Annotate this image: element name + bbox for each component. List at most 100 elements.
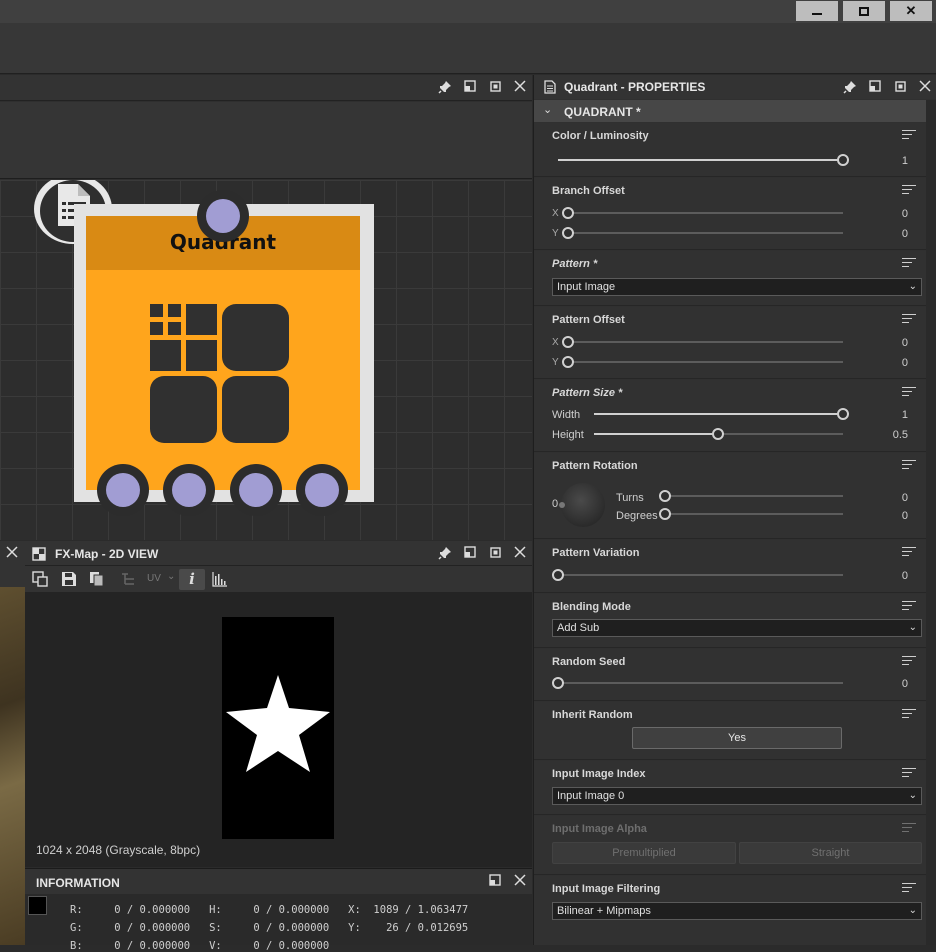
graph-subbar <box>0 102 532 179</box>
property-menu-icon[interactable] <box>902 130 916 142</box>
slider-track[interactable] <box>568 212 843 214</box>
blending-mode-dropdown[interactable]: Add Sub ⌄ <box>552 619 922 637</box>
input-image-index-dropdown[interactable]: Input Image 0 ⌄ <box>552 787 922 805</box>
pattern-dropdown[interactable]: Input Image ⌄ <box>552 278 922 296</box>
property-menu-icon[interactable] <box>902 601 916 613</box>
slider-track[interactable] <box>664 495 843 497</box>
float-panel-icon[interactable] <box>462 80 478 96</box>
prop-value[interactable]: 0 <box>902 337 908 349</box>
graph-canvas[interactable]: Quadrant <box>0 180 532 540</box>
rotation-dial[interactable] <box>559 483 605 527</box>
property-menu-icon[interactable] <box>902 547 916 559</box>
prop-value[interactable]: 0 <box>902 208 908 220</box>
prop-value[interactable]: 0.5 <box>893 429 908 441</box>
slider-track[interactable] <box>664 513 843 515</box>
property-menu-icon[interactable] <box>902 709 916 721</box>
prop-label: Input Image Index <box>552 768 646 780</box>
property-menu-icon[interactable] <box>902 656 916 668</box>
properties-header: Quadrant - PROPERTIES <box>534 75 936 99</box>
document-icon <box>544 80 556 97</box>
copy-icon[interactable] <box>89 571 105 590</box>
slider-track[interactable] <box>558 682 843 684</box>
prop-value[interactable]: 0 <box>902 357 908 369</box>
prop-value[interactable]: 1 <box>902 155 908 167</box>
prop-blending-mode: Blending Mode Add Sub ⌄ <box>534 594 926 648</box>
close-panel-icon[interactable] <box>512 874 528 890</box>
quadrant-section-header[interactable]: ⌄ QUADRANT * <box>534 100 926 122</box>
property-menu-icon[interactable] <box>902 258 916 270</box>
slider-handle[interactable] <box>659 508 671 520</box>
maximize-panel-icon[interactable] <box>487 546 503 562</box>
property-menu-icon[interactable] <box>902 314 916 326</box>
prop-value[interactable]: 0 <box>902 228 908 240</box>
slider-handle[interactable] <box>712 428 724 440</box>
prop-inherit-random: Inherit Random Yes <box>534 702 926 760</box>
slider-handle[interactable] <box>562 227 574 239</box>
slider-handle[interactable] <box>837 408 849 420</box>
pin-icon[interactable] <box>842 80 858 96</box>
property-menu-icon[interactable] <box>902 460 916 472</box>
slider-handle[interactable] <box>659 490 671 502</box>
output-port-4[interactable] <box>296 464 348 516</box>
slider-track[interactable] <box>558 574 843 576</box>
uv-toggle[interactable]: UV <box>147 573 161 584</box>
property-menu-icon[interactable] <box>902 768 916 780</box>
slider-track[interactable] <box>568 341 843 343</box>
histogram-icon[interactable] <box>212 571 228 590</box>
prop-label: Inherit Random <box>552 709 633 721</box>
float-panel-icon[interactable] <box>462 546 478 562</box>
output-port-1[interactable] <box>97 464 149 516</box>
prop-value[interactable]: 0 <box>902 570 908 582</box>
slider-track[interactable] <box>568 232 843 234</box>
info-toggle-button[interactable]: i <box>179 569 205 590</box>
information-header: INFORMATION <box>25 869 532 894</box>
property-menu-icon[interactable] <box>902 883 916 895</box>
slider-handle[interactable] <box>562 336 574 348</box>
restore-button[interactable] <box>843 1 885 21</box>
pin-icon[interactable] <box>437 546 453 562</box>
float-panel-icon[interactable] <box>487 874 503 890</box>
input-port[interactable] <box>197 190 249 242</box>
properties-scrollbar[interactable] <box>926 100 936 945</box>
save-icon[interactable] <box>61 571 77 590</box>
pin-icon[interactable] <box>437 80 453 96</box>
image-info-text: 1024 x 2048 (Grayscale, 8bpc) <box>36 843 201 857</box>
property-menu-icon[interactable] <box>902 185 916 197</box>
slider-handle[interactable] <box>837 154 849 166</box>
prop-pattern-offset: Pattern Offset X 0 Y 0 <box>534 307 926 379</box>
close-panel-icon[interactable] <box>512 80 528 96</box>
output-port-2[interactable] <box>163 464 215 516</box>
output-port-3[interactable] <box>230 464 282 516</box>
chevron-down-icon: ⌄ <box>908 905 917 916</box>
display-options-icon[interactable] <box>32 571 48 590</box>
minimize-button[interactable] <box>796 1 838 21</box>
main-toolbar-area <box>0 23 936 74</box>
close-window-button[interactable]: ✕ <box>890 1 932 21</box>
slider-handle[interactable] <box>552 569 564 581</box>
input-image-filtering-dropdown[interactable]: Bilinear + Mipmaps ⌄ <box>552 902 922 920</box>
property-menu-icon[interactable] <box>902 387 916 399</box>
inherit-random-toggle[interactable]: Yes <box>632 727 842 749</box>
prop-value[interactable]: 1 <box>902 409 908 421</box>
y-label: Y <box>552 357 559 368</box>
slider-handle[interactable] <box>562 207 574 219</box>
close-panel-icon[interactable] <box>4 546 20 562</box>
float-panel-icon[interactable] <box>867 80 883 96</box>
prop-value[interactable]: 0 <box>902 492 908 504</box>
slider-handle[interactable] <box>562 356 574 368</box>
close-panel-icon[interactable] <box>512 546 528 562</box>
slider-track[interactable] <box>568 361 843 363</box>
prop-value[interactable]: 0 <box>902 510 908 522</box>
hierarchy-icon[interactable] <box>120 572 136 589</box>
x-label: X <box>552 337 559 348</box>
close-panel-icon[interactable] <box>917 80 933 96</box>
premultiplied-button: Premultiplied <box>552 842 736 864</box>
maximize-panel-icon[interactable] <box>487 80 503 96</box>
prop-label: Pattern Size * <box>552 387 623 399</box>
prop-value[interactable]: 0 <box>902 678 908 690</box>
chevron-down-icon[interactable]: ⌄ <box>167 571 175 582</box>
prop-input-image-alpha: Input Image Alpha Premultiplied Straight <box>534 816 926 875</box>
slider-handle[interactable] <box>552 677 564 689</box>
view-2d-canvas[interactable]: 1024 x 2048 (Grayscale, 8bpc) <box>25 592 532 867</box>
maximize-panel-icon[interactable] <box>892 80 908 96</box>
